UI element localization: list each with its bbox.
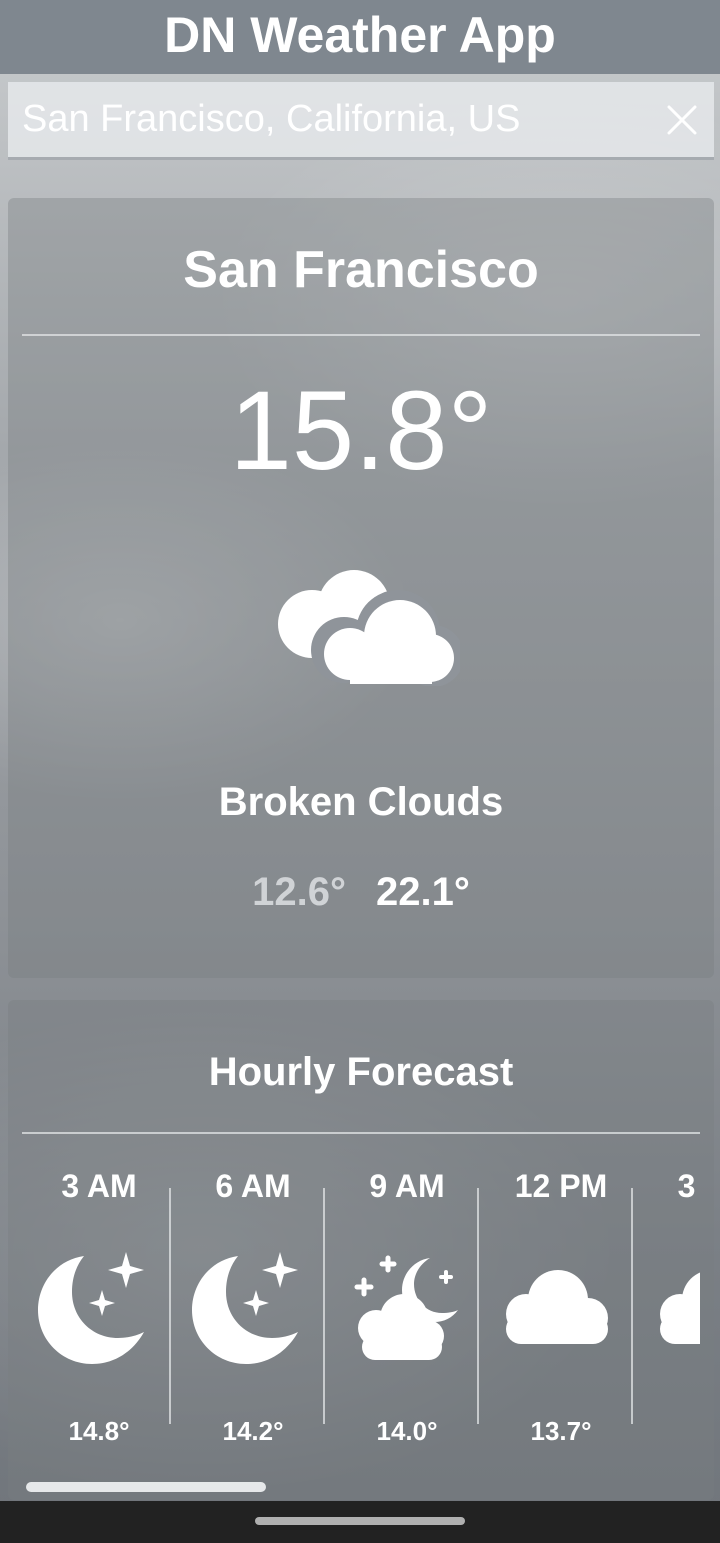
hour-time: 3 PM [677,1168,700,1204]
hour-separator [477,1188,479,1424]
hour-separator [323,1188,325,1424]
hour-time: 12 PM [514,1168,608,1204]
hourly-forecast-card: Hourly Forecast 3 AM 14.8° 6 AM 14.2° 9 … [8,1000,714,1500]
hour-item: 3 PM 14 [638,1160,700,1450]
min-max-temperature: 12.6° 22.1° [8,870,714,915]
current-weather-card: San Francisco 15.8° Broken Clouds 12.6° … [8,198,714,978]
divider [22,334,700,336]
cloudy-icon [270,566,464,687]
city-name: San Francisco [183,241,539,299]
hour-temperature: 14.2° [222,1416,284,1446]
hour-time: 3 AM [61,1168,137,1204]
hour-separator [631,1188,633,1424]
current-temperature: 15.8° [229,368,493,493]
min-temperature: 12.6° [252,870,346,914]
hour-item: 12 PM 13.7° [484,1160,638,1450]
partly-cloudy-night-icon [342,1248,460,1366]
horizontal-scrollbar[interactable] [26,1482,266,1492]
hourly-forecast-title: Hourly Forecast [208,1050,514,1094]
cloud-icon [496,1248,614,1366]
cloud-icon [650,1248,700,1366]
app-header: DN Weather App [0,0,720,74]
moon-stars-icon [188,1248,306,1366]
hour-item: 6 AM 14.2° [176,1160,330,1450]
hour-temperature: 14 [638,1416,700,1447]
divider [22,1132,700,1134]
weather-description: Broken Clouds [218,780,504,824]
hour-item: 3 AM 14.8° [22,1160,176,1450]
hour-item: 9 AM 14.0° [330,1160,484,1450]
hour-separator [169,1188,171,1424]
home-indicator[interactable] [255,1517,465,1525]
hourly-forecast-list[interactable]: 3 AM 14.8° 6 AM 14.2° 9 AM 14.0° 12 PM 1… [22,1160,700,1450]
hour-time: 9 AM [369,1168,445,1204]
hour-time: 6 AM [215,1168,291,1204]
search-bar [8,82,714,160]
search-input[interactable] [22,82,642,156]
hour-temperature: 14.8° [68,1416,130,1446]
hour-temperature: 13.7° [530,1416,592,1446]
system-navigation-bar [0,1501,720,1543]
moon-stars-icon [34,1248,152,1366]
close-icon[interactable] [664,102,700,138]
hour-temperature: 14.0° [376,1416,438,1446]
max-temperature: 22.1° [376,870,470,914]
app-title: DN Weather App [164,7,556,63]
